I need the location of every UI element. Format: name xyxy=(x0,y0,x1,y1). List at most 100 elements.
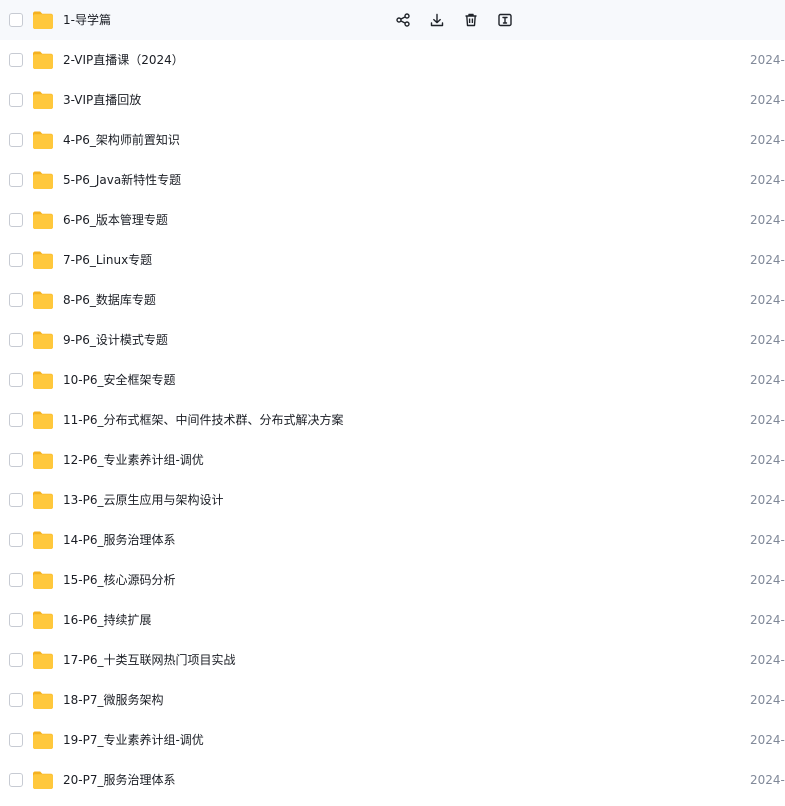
file-name[interactable]: 7-P6_Linux专题 xyxy=(63,240,152,280)
modified-date: 2024-0 xyxy=(750,293,785,307)
list-item[interactable]: 13-P6_云原生应用与架构设计 2024-0 xyxy=(0,480,785,520)
row-checkbox[interactable] xyxy=(9,413,23,427)
list-item[interactable]: 14-P6_服务治理体系 2024-0 xyxy=(0,520,785,560)
download-icon xyxy=(429,12,445,28)
delete-button[interactable] xyxy=(460,9,482,31)
file-name[interactable]: 9-P6_设计模式专题 xyxy=(63,320,168,360)
modified-date: 2024-0 xyxy=(750,413,785,427)
row-checkbox[interactable] xyxy=(9,133,23,147)
row-checkbox[interactable] xyxy=(9,213,23,227)
folder-icon xyxy=(32,690,54,710)
row-checkbox[interactable] xyxy=(9,373,23,387)
row-checkbox[interactable] xyxy=(9,93,23,107)
modified-date: 2024-0 xyxy=(750,653,785,667)
modified-date: 2024-0 xyxy=(750,93,785,107)
file-name[interactable]: 10-P6_安全框架专题 xyxy=(63,360,175,400)
row-checkbox[interactable] xyxy=(9,773,23,787)
folder-icon xyxy=(32,770,54,790)
folder-icon xyxy=(32,50,54,70)
modified-date: 2024-0 xyxy=(750,333,785,347)
list-item[interactable]: 1-导学篇 xyxy=(0,0,785,40)
share-button[interactable] xyxy=(392,9,414,31)
list-item[interactable]: 8-P6_数据库专题 2024-0 xyxy=(0,280,785,320)
row-checkbox[interactable] xyxy=(9,733,23,747)
file-list: 1-导学篇2-VIP直播课（2024） 2024-0 3-VIP直播回放 2024-0… xyxy=(0,0,785,806)
list-item[interactable]: 5-P6_Java新特性专题 2024-0 xyxy=(0,160,785,200)
modified-date: 2024-0 xyxy=(750,533,785,547)
folder-icon xyxy=(32,290,54,310)
file-name[interactable]: 15-P6_核心源码分析 xyxy=(63,560,175,600)
file-name[interactable]: 6-P6_版本管理专题 xyxy=(63,200,168,240)
row-checkbox[interactable] xyxy=(9,613,23,627)
modified-date: 2024-0 xyxy=(750,373,785,387)
list-item[interactable]: 6-P6_版本管理专题 2024-0 xyxy=(0,200,785,240)
folder-icon xyxy=(32,330,54,350)
row-checkbox[interactable] xyxy=(9,333,23,347)
folder-icon xyxy=(32,570,54,590)
download-button[interactable] xyxy=(426,9,448,31)
row-checkbox[interactable] xyxy=(9,253,23,267)
list-item[interactable]: 12-P6_专业素养计组-调优 2024-0 xyxy=(0,440,785,480)
row-checkbox[interactable] xyxy=(9,693,23,707)
folder-icon xyxy=(32,90,54,110)
list-item[interactable]: 7-P6_Linux专题 2024-0 xyxy=(0,240,785,280)
modified-date: 2024-0 xyxy=(750,173,785,187)
file-name[interactable]: 2-VIP直播课（2024） xyxy=(63,40,184,80)
file-name[interactable]: 8-P6_数据库专题 xyxy=(63,280,156,320)
row-checkbox[interactable] xyxy=(9,53,23,67)
list-item[interactable]: 2-VIP直播课（2024） 2024-0 xyxy=(0,40,785,80)
modified-date: 2024-0 xyxy=(750,453,785,467)
list-item[interactable]: 15-P6_核心源码分析 2024-0 xyxy=(0,560,785,600)
modified-date: 2024-0 xyxy=(750,133,785,147)
file-name[interactable]: 12-P6_专业素养计组-调优 xyxy=(63,440,204,480)
folder-icon xyxy=(32,210,54,230)
trash-icon xyxy=(463,12,479,28)
row-checkbox[interactable] xyxy=(9,493,23,507)
file-name[interactable]: 19-P7_专业素养计组-调优 xyxy=(63,720,204,760)
rename-button[interactable] xyxy=(494,9,516,31)
file-name[interactable]: 18-P7_微服务架构 xyxy=(63,680,163,720)
file-name[interactable]: 3-VIP直播回放 xyxy=(63,80,141,120)
modified-date: 2024-0 xyxy=(750,573,785,587)
list-item[interactable]: 11-P6_分布式框架、中间件技术群、分布式解决方案 2024-0 xyxy=(0,400,785,440)
folder-icon xyxy=(32,490,54,510)
list-item[interactable]: 10-P6_安全框架专题 2024-0 xyxy=(0,360,785,400)
file-name[interactable]: 5-P6_Java新特性专题 xyxy=(63,160,181,200)
row-checkbox[interactable] xyxy=(9,293,23,307)
share-icon xyxy=(395,12,411,28)
row-checkbox[interactable] xyxy=(9,533,23,547)
list-item[interactable]: 18-P7_微服务架构 2024-0 xyxy=(0,680,785,720)
modified-date: 2024-0 xyxy=(750,693,785,707)
rename-icon xyxy=(497,12,513,28)
row-checkbox[interactable] xyxy=(9,173,23,187)
folder-icon xyxy=(32,250,54,270)
file-name[interactable]: 4-P6_架构师前置知识 xyxy=(63,120,180,160)
row-checkbox[interactable] xyxy=(9,573,23,587)
list-item[interactable]: 9-P6_设计模式专题 2024-0 xyxy=(0,320,785,360)
row-checkbox[interactable] xyxy=(9,653,23,667)
list-item[interactable]: 3-VIP直播回放 2024-0 xyxy=(0,80,785,120)
row-checkbox[interactable] xyxy=(9,453,23,467)
row-checkbox[interactable] xyxy=(9,13,23,27)
list-item[interactable]: 4-P6_架构师前置知识 2024-0 xyxy=(0,120,785,160)
list-item[interactable]: 16-P6_持续扩展 2024-0 xyxy=(0,600,785,640)
folder-icon xyxy=(32,610,54,630)
list-item[interactable]: 17-P6_十类互联网热门项目实战 2024-0 xyxy=(0,640,785,680)
modified-date: 2024-0 xyxy=(750,493,785,507)
file-name[interactable]: 11-P6_分布式框架、中间件技术群、分布式解决方案 xyxy=(63,400,343,440)
folder-icon xyxy=(32,170,54,190)
folder-icon xyxy=(32,410,54,430)
file-name[interactable]: 20-P7_服务治理体系 xyxy=(63,760,175,800)
list-item[interactable]: 20-P7_服务治理体系 2024-0 xyxy=(0,760,785,800)
folder-icon xyxy=(32,730,54,750)
file-name[interactable]: 17-P6_十类互联网热门项目实战 xyxy=(63,640,235,680)
file-name[interactable]: 1-导学篇 xyxy=(63,0,111,40)
list-item[interactable]: 19-P7_专业素养计组-调优 2024-0 xyxy=(0,720,785,760)
file-name[interactable]: 13-P6_云原生应用与架构设计 xyxy=(63,480,223,520)
file-name[interactable]: 16-P6_持续扩展 xyxy=(63,600,151,640)
folder-icon xyxy=(32,370,54,390)
file-name[interactable]: 14-P6_服务治理体系 xyxy=(63,520,175,560)
modified-date: 2024-0 xyxy=(750,53,785,67)
modified-date: 2024-0 xyxy=(750,253,785,267)
folder-icon xyxy=(32,650,54,670)
